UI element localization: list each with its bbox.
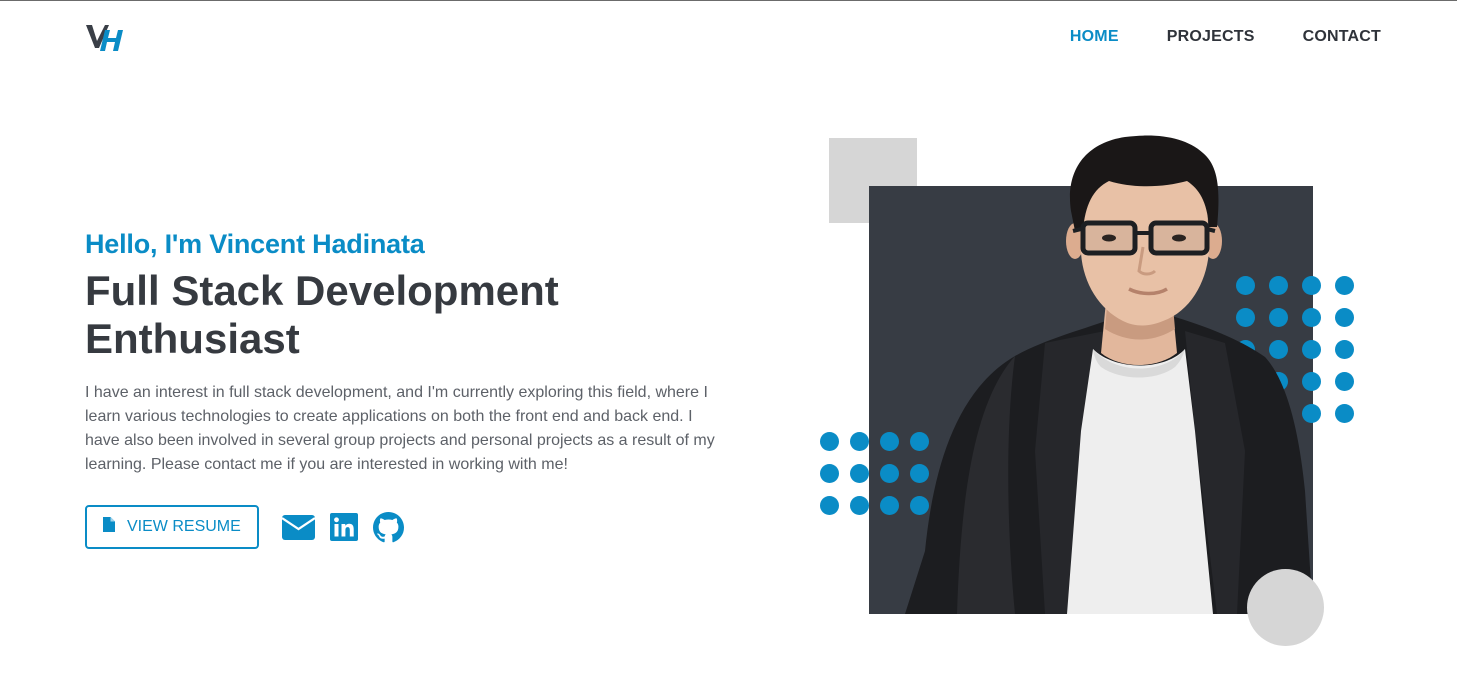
- decorative-dot: [820, 496, 839, 515]
- linkedin-icon: [329, 513, 358, 541]
- hero-actions: VIEW RESUME: [85, 505, 404, 549]
- linkedin-link[interactable]: [329, 513, 358, 541]
- decorative-dot: [850, 464, 869, 483]
- document-icon: [103, 517, 115, 537]
- decorative-dot: [1335, 276, 1354, 295]
- hero-greeting: Hello, I'm Vincent Hadinata: [85, 229, 425, 259]
- nav-home[interactable]: HOME: [1070, 28, 1119, 46]
- decorative-dot: [850, 496, 869, 515]
- decorative-dot: [1335, 340, 1354, 359]
- site-logo[interactable]: [85, 21, 127, 53]
- decorative-dot: [820, 432, 839, 451]
- decorative-circle: [1247, 569, 1324, 646]
- view-resume-button[interactable]: VIEW RESUME: [85, 505, 259, 549]
- github-link[interactable]: [372, 511, 404, 543]
- email-link[interactable]: [281, 514, 316, 540]
- view-resume-label: VIEW RESUME: [127, 518, 241, 535]
- nav-projects[interactable]: PROJECTS: [1167, 28, 1255, 46]
- decorative-dot: [820, 464, 839, 483]
- github-icon: [372, 511, 404, 542]
- decorative-dot: [850, 432, 869, 451]
- social-links: [281, 511, 404, 543]
- nav-contact[interactable]: CONTACT: [1303, 28, 1381, 46]
- hero-headline: Full Stack Development Enthusiast: [85, 267, 559, 362]
- decorative-dot: [1335, 404, 1354, 423]
- profile-photo: [905, 135, 1313, 614]
- envelope-icon: [281, 514, 316, 540]
- hero-bio: I have an interest in full stack develop…: [85, 384, 715, 473]
- main-nav: HOME PROJECTS CONTACT: [1070, 28, 1381, 46]
- decorative-dot: [1335, 308, 1354, 327]
- hero-text: Hello, I'm Vincent Hadinata Full Stack D…: [85, 227, 725, 477]
- decorative-dot: [1335, 372, 1354, 391]
- hero-visual: [815, 131, 1375, 661]
